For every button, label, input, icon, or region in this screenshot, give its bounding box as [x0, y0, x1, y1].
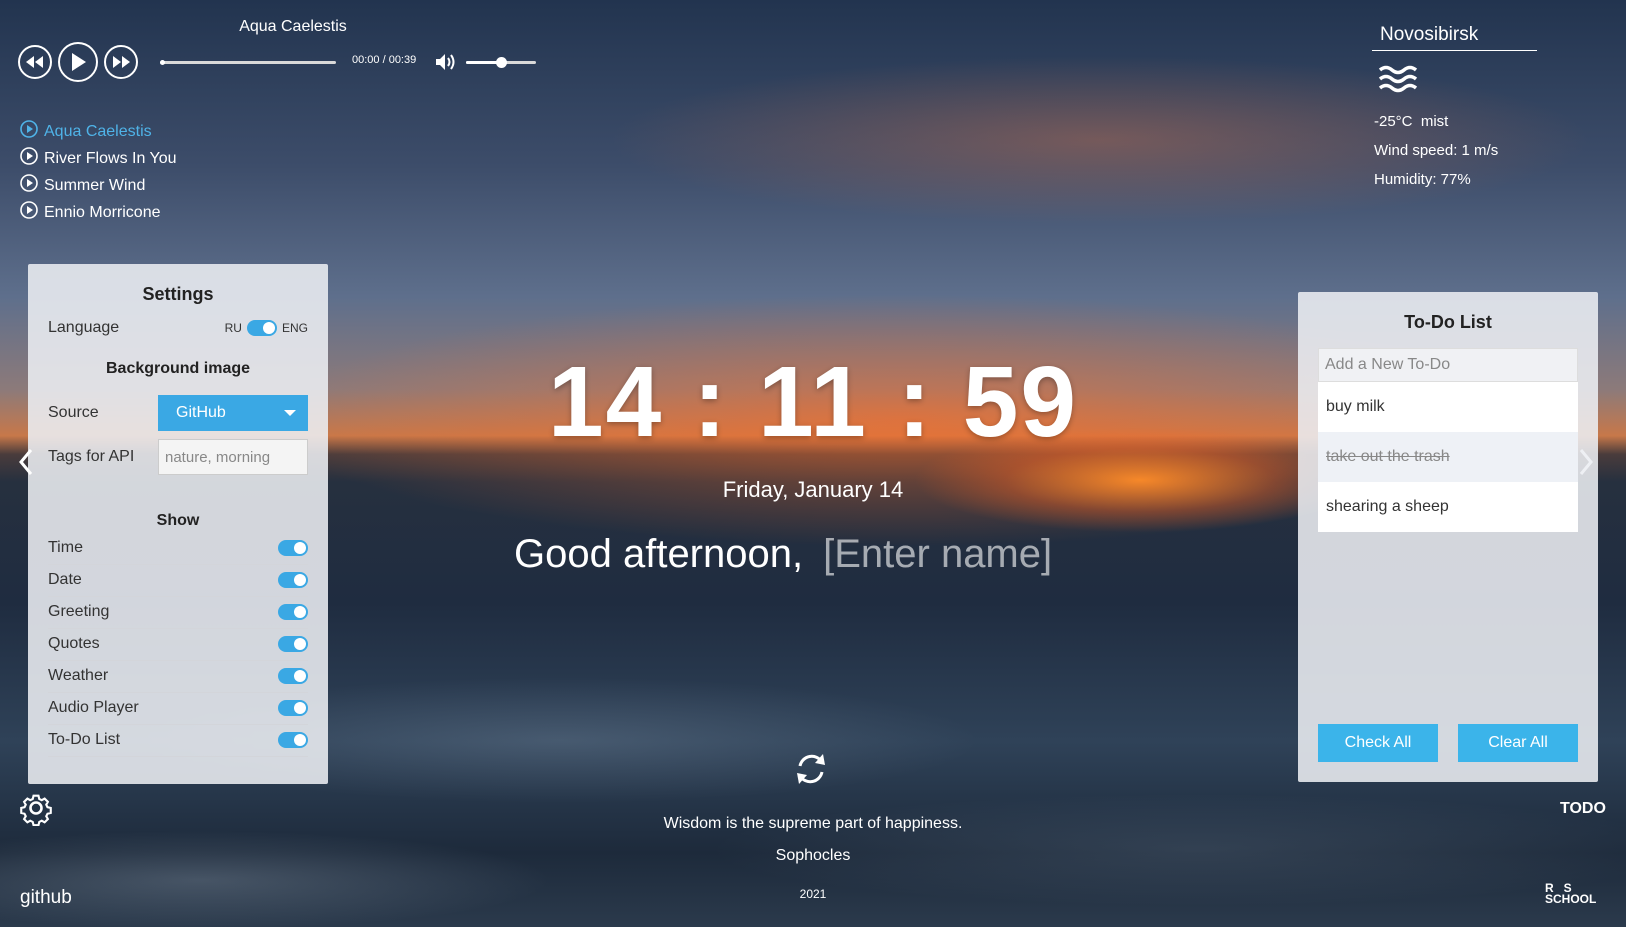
show-option-row: To-Do List: [48, 724, 308, 757]
show-option-row: Quotes: [48, 628, 308, 661]
todo-toggle-button[interactable]: TODO: [1560, 800, 1606, 818]
greeting-block: Good afternoon,: [514, 532, 1074, 577]
copyright-year: 2021: [799, 887, 827, 901]
playlist-item-title: Summer Wind: [44, 176, 146, 194]
playlist-item-title: Aqua Caelestis: [44, 122, 152, 140]
rewind-icon: [26, 56, 43, 68]
play-circle-icon: [20, 174, 38, 197]
quote-text: Wisdom is the supreme part of happiness.: [663, 815, 963, 832]
lang-eng-label: ENG: [281, 321, 308, 335]
todo-panel: To-Do List buy milktake out the trashshe…: [1298, 292, 1598, 782]
volume-icon: [436, 54, 455, 70]
fast-forward-icon: [113, 56, 130, 68]
play-circle-icon: [20, 201, 38, 224]
todo-title: To-Do List: [1404, 312, 1492, 332]
language-switch: RU ENG: [225, 320, 308, 336]
language-row: Language RU ENG: [48, 319, 308, 337]
track-time: 00:00 / 00:39: [352, 54, 417, 66]
show-option-label: Date: [48, 571, 82, 588]
show-option-label: To-Do List: [48, 731, 121, 748]
todo-item[interactable]: take out the trash: [1318, 432, 1578, 482]
show-heading: Show: [156, 512, 200, 529]
play-circle-icon: [20, 147, 38, 170]
weather-humidity: Humidity: 77%: [1374, 171, 1471, 188]
playlist-item[interactable]: Aqua Caelestis: [20, 118, 177, 145]
player-current-track: Aqua Caelestis: [239, 18, 347, 35]
show-option-toggle[interactable]: [278, 572, 308, 588]
show-option-label: Weather: [48, 667, 109, 684]
show-option-toggle[interactable]: [278, 732, 308, 748]
show-option-row: Greeting: [48, 596, 308, 629]
rs-school-logo[interactable]: R S SCHOOL: [1545, 882, 1597, 906]
slide-prev-button[interactable]: [18, 448, 34, 481]
player-controls: [18, 42, 138, 82]
show-option-toggle[interactable]: [278, 540, 308, 556]
playlist-item-title: River Flows In You: [44, 149, 177, 167]
volume-button[interactable]: [434, 52, 458, 77]
refresh-quote-button[interactable]: [792, 750, 830, 793]
playlist-item[interactable]: Summer Wind: [20, 172, 177, 199]
quote-author: Sophocles: [775, 847, 851, 864]
mist-icon: [1378, 63, 1592, 99]
playlist: Aqua Caelestis River Flows In You Summer W…: [20, 118, 177, 226]
playlist-item[interactable]: River Flows In You: [20, 145, 177, 172]
github-link[interactable]: github: [20, 887, 72, 909]
show-option-toggle[interactable]: [278, 668, 308, 684]
show-option-row: Weather: [48, 660, 308, 693]
volume-thumb[interactable]: [496, 57, 507, 68]
show-option-row: Date: [48, 564, 308, 597]
show-option-toggle[interactable]: [278, 636, 308, 652]
name-input[interactable]: [823, 532, 1074, 577]
settings-button[interactable]: [18, 790, 54, 831]
playlist-item-title: Ennio Morricone: [44, 203, 161, 221]
play-button[interactable]: [58, 42, 98, 82]
show-option-label: Audio Player: [48, 699, 139, 716]
weather-temperature: -25°C mist: [1374, 113, 1449, 130]
todo-item[interactable]: shearing a sheep: [1318, 482, 1578, 532]
city-name[interactable]: Novosibirsk: [1372, 22, 1537, 51]
show-option-toggle[interactable]: [278, 700, 308, 716]
settings-panel: Settings Language RU ENG Background imag…: [28, 264, 328, 784]
playlist-item[interactable]: Ennio Morricone: [20, 199, 177, 226]
lang-ru-label: RU: [224, 321, 242, 335]
language-label: Language: [48, 319, 120, 336]
show-option-label: Time: [48, 539, 83, 556]
show-option-row: Time: [48, 532, 308, 565]
show-option-label: Quotes: [48, 635, 100, 652]
show-option-toggle[interactable]: [278, 604, 308, 620]
forward-button[interactable]: [104, 45, 138, 79]
refresh-icon: [797, 754, 825, 784]
weather-widget: Novosibirsk -25°C mist Wind speed: 1 m/s…: [1372, 22, 1592, 194]
clear-all-button[interactable]: Clear All: [1458, 724, 1578, 762]
logo-line-2: SCHOOL: [1545, 892, 1597, 906]
settings-title: Settings: [142, 284, 214, 304]
todo-input[interactable]: [1318, 348, 1578, 382]
todo-item[interactable]: buy milk: [1318, 382, 1578, 432]
play-icon: [72, 53, 86, 71]
todo-list: buy milk take out the trash shearing a she…: [1318, 382, 1578, 532]
show-option-row: Audio Player: [48, 692, 308, 725]
play-circle-icon: [20, 120, 38, 143]
volume-slider[interactable]: [466, 57, 536, 68]
language-toggle[interactable]: [246, 320, 277, 336]
track-progress-bar[interactable]: [160, 60, 336, 65]
check-all-button[interactable]: Check All: [1318, 724, 1438, 762]
rewind-button[interactable]: [18, 45, 52, 79]
chevron-left-icon: [19, 449, 33, 475]
greeting-text: Good afternoon,: [514, 532, 804, 576]
gear-icon: [20, 794, 52, 827]
weather-wind: Wind speed: 1 m/s: [1374, 142, 1499, 159]
show-option-label: Greeting: [48, 603, 110, 620]
